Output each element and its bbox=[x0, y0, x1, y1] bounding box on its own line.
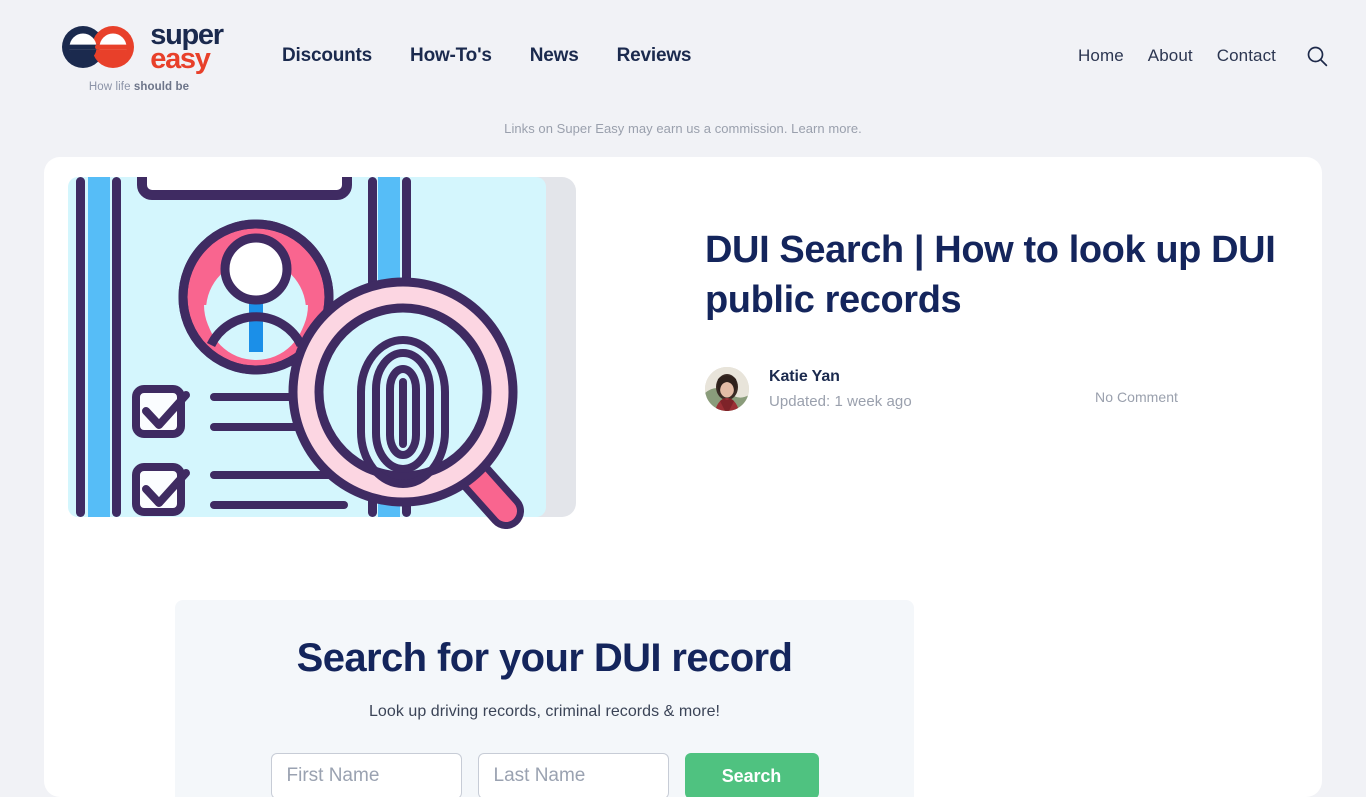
nav-item-about[interactable]: About bbox=[1148, 46, 1193, 66]
nav-item-discounts[interactable]: Discounts bbox=[282, 45, 372, 67]
avatar[interactable] bbox=[705, 367, 749, 412]
page-title: DUI Search | How to look up DUI public r… bbox=[705, 229, 1276, 322]
nav-item-home[interactable]: Home bbox=[1078, 46, 1124, 66]
article-header-row: DUI Search | How to look up DUI public r… bbox=[44, 157, 1322, 530]
byline-text-block: Katie Yan Updated: 1 week ago bbox=[769, 368, 912, 410]
search-panel-subtitle: Look up driving records, criminal record… bbox=[368, 703, 721, 721]
dui-records-search-graphic bbox=[68, 177, 576, 529]
record-search-form: Search bbox=[215, 753, 874, 797]
hero-illustration bbox=[68, 177, 588, 530]
search-submit-button[interactable]: Search bbox=[684, 753, 819, 797]
primary-navigation: Discounts How-To's News Reviews bbox=[282, 45, 691, 67]
first-name-input[interactable] bbox=[270, 753, 462, 797]
site-logo[interactable]: super easy How life should be bbox=[44, 20, 234, 93]
disclosure-text: Links on Super Easy may earn us a commis… bbox=[504, 121, 788, 136]
tagline-plain: How life bbox=[88, 81, 134, 94]
site-header: super easy How life should be Discounts … bbox=[0, 0, 1366, 112]
updated-timestamp: Updated: 1 week ago bbox=[769, 393, 912, 411]
logo-tagline: How life should be bbox=[89, 81, 189, 93]
illustration-magnifier bbox=[288, 277, 524, 529]
dui-search-panel: Search for your DUI record Look up drivi… bbox=[175, 600, 914, 797]
nav-item-news[interactable]: News bbox=[530, 45, 579, 67]
article-card: DUI Search | How to look up DUI public r… bbox=[44, 157, 1322, 797]
tagline-bold: should be bbox=[133, 81, 190, 94]
article-headline-block: DUI Search | How to look up DUI public r… bbox=[588, 157, 1322, 412]
last-name-input[interactable] bbox=[477, 753, 669, 797]
affiliate-disclosure: Links on Super Easy may earn us a commis… bbox=[0, 121, 1366, 136]
logo-word-easy: easy bbox=[150, 43, 211, 75]
logo-row: super easy bbox=[55, 20, 224, 75]
nav-item-contact[interactable]: Contact bbox=[1217, 46, 1276, 66]
search-toggle-button[interactable] bbox=[1302, 41, 1332, 71]
disclosure-learn-more-link[interactable]: Learn more. bbox=[791, 121, 862, 136]
search-panel-title: Search for your DUI record bbox=[296, 636, 793, 680]
super-easy-logo-mark bbox=[62, 26, 135, 68]
secondary-navigation: Home About Contact bbox=[1078, 41, 1332, 71]
logo-wordmark: super easy bbox=[150, 20, 224, 75]
author-avatar-image bbox=[705, 367, 749, 412]
author-name[interactable]: Katie Yan bbox=[769, 368, 912, 386]
search-icon bbox=[1307, 46, 1328, 67]
comment-count[interactable]: No Comment bbox=[1095, 389, 1282, 405]
nav-item-how-tos[interactable]: How-To's bbox=[410, 45, 492, 67]
article-byline: Katie Yan Updated: 1 week ago No Comment bbox=[705, 367, 1282, 412]
nav-item-reviews[interactable]: Reviews bbox=[617, 45, 692, 67]
